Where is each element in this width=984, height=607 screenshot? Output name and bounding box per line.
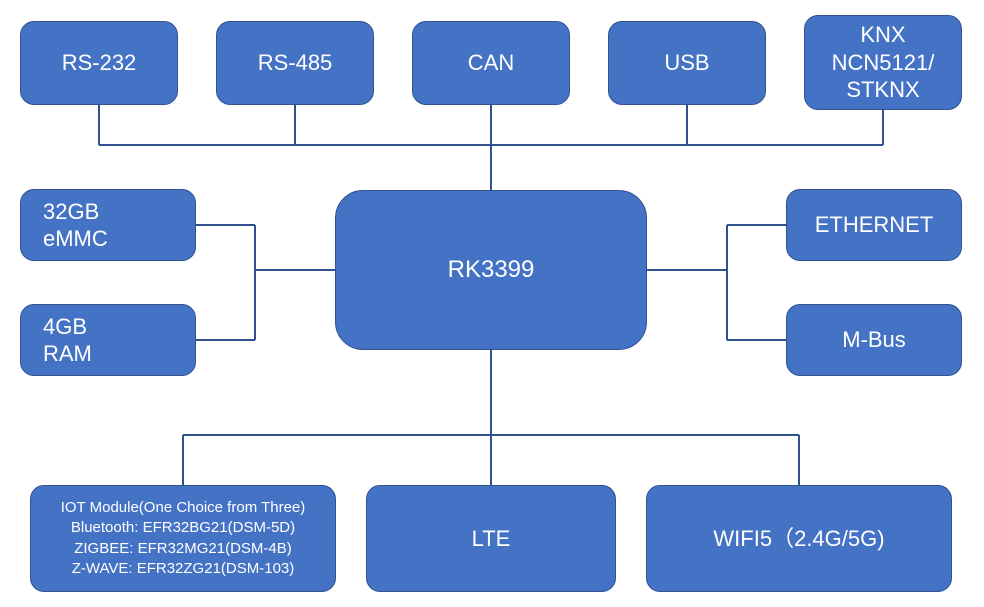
box-label: 4GBRAM [43,313,92,368]
box-rs485: RS-485 [216,21,374,105]
box-label: CAN [468,49,514,77]
box-label: RK3399 [448,255,535,285]
box-label: WIFI5（2.4G/5G) [713,525,884,553]
box-label: M-Bus [842,326,906,354]
box-label: IOT Module(One Choice from Three)Bluetoo… [61,498,306,579]
box-label: ETHERNET [815,211,934,239]
box-can: CAN [412,21,570,105]
box-knx: KNXNCN5121/STKNX [804,15,962,110]
box-label: USB [664,49,709,77]
box-label: LTE [472,525,511,553]
box-mbus: M-Bus [786,304,962,376]
box-ram: 4GBRAM [20,304,196,376]
box-wifi5: WIFI5（2.4G/5G) [646,485,952,592]
box-iot-module: IOT Module(One Choice from Three)Bluetoo… [30,485,336,592]
box-central-rk3399: RK3399 [335,190,647,350]
box-label: RS-485 [258,49,333,77]
box-label: KNXNCN5121/STKNX [832,21,935,104]
box-rs232: RS-232 [20,21,178,105]
box-ethernet: ETHERNET [786,189,962,261]
box-lte: LTE [366,485,616,592]
box-emmc: 32GBeMMC [20,189,196,261]
box-label: 32GBeMMC [43,198,108,253]
diagram-canvas: RS-232 RS-485 CAN USB KNXNCN5121/STKNX 3… [0,0,984,607]
box-usb: USB [608,21,766,105]
box-label: RS-232 [62,49,137,77]
